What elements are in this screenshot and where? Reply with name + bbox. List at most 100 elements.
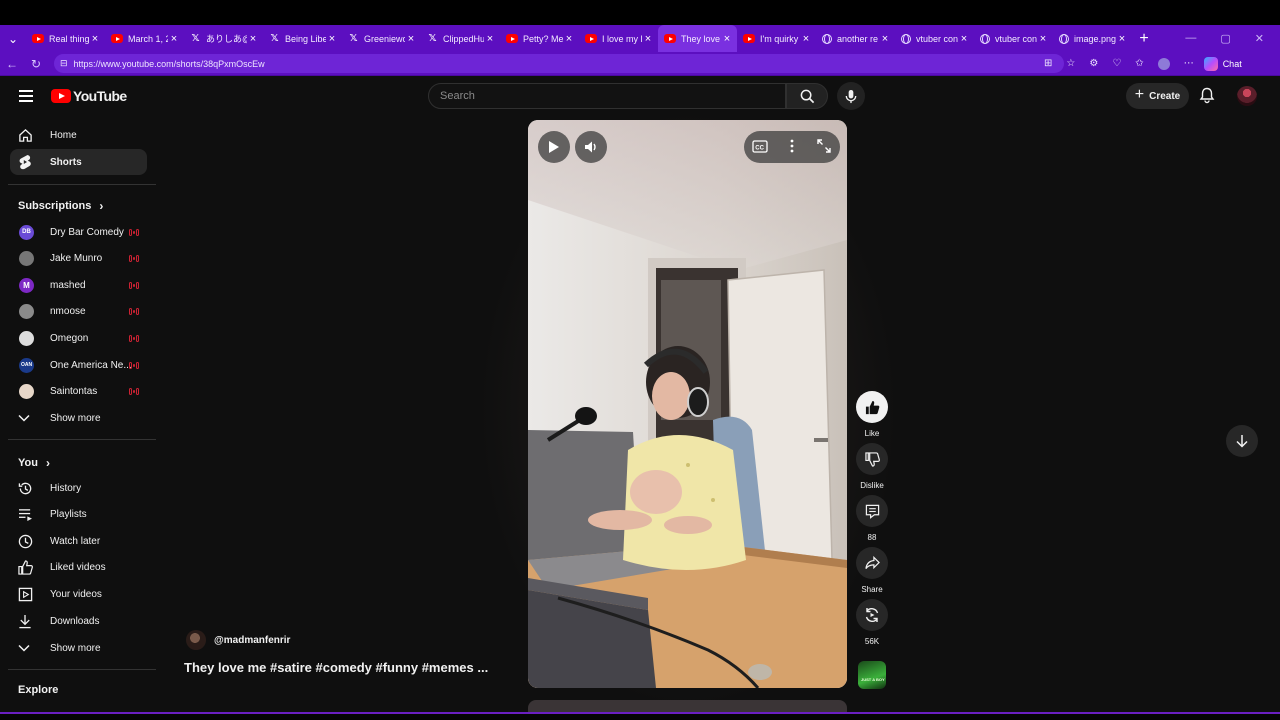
subscription-item[interactable]: DB Dry Bar Comedy [10,219,147,245]
short-title[interactable]: They love me #satire #comedy #funny #mem… [184,660,488,675]
tab-list-chevron-icon[interactable]: ⌄ [0,25,26,52]
new-tab-button[interactable]: + [1132,30,1156,48]
subscription-item[interactable]: nmoose [10,299,147,325]
dislike-button[interactable] [856,443,888,475]
comments-action[interactable]: 88 [855,495,889,542]
search-button[interactable] [786,83,828,109]
browser-tab[interactable]: They love n× [658,25,737,52]
browser-essentials-icon[interactable]: ♡ [1112,58,1121,69]
address-bar-icons: ⊞ ☆ ⚙ ♡ ✩ ⋯ [1044,57,1194,70]
captions-icon[interactable]: CC [752,140,768,158]
browser-tab[interactable]: vtuber con × [974,25,1053,52]
sidebar-item-playlists[interactable]: Playlists [10,502,147,528]
channel-avatar[interactable] [186,630,206,650]
minimize-icon[interactable]: — [1185,32,1196,45]
tab-close-icon[interactable]: × [642,33,654,45]
maximize-icon[interactable]: ▢ [1220,32,1230,45]
browser-tab[interactable]: March 1, 20× [105,25,184,52]
browser-tab[interactable]: Real things× [26,25,105,52]
url-field[interactable]: ⊟ https://www.youtube.com/shorts/38qPxmO… [54,54,1064,73]
youtube-logo[interactable]: YouTube [51,88,127,104]
tab-close-icon[interactable]: × [563,33,575,45]
extensions-icon[interactable]: ⚙ [1089,58,1098,69]
tab-close-icon[interactable]: × [1037,33,1049,45]
favorites-icon[interactable]: ✩ [1135,58,1143,69]
menu-icon[interactable] [19,90,33,102]
subscriptions-heading[interactable]: Subscriptions › [18,199,103,213]
browser-tab[interactable]: 𝕏 Greeniewol × [342,25,421,52]
tab-close-icon[interactable]: × [484,33,496,45]
tab-close-icon[interactable]: × [326,33,338,45]
tab-close-icon[interactable]: × [1116,33,1128,45]
next-short-button[interactable] [1226,425,1258,457]
browser-tab[interactable]: 𝕏 Being Liber × [263,25,342,52]
tab-close-icon[interactable]: × [405,33,417,45]
short-video-player[interactable] [528,120,847,688]
channel-handle[interactable]: @madmanfenrir [214,635,290,646]
browser-tab[interactable]: another re × [816,25,895,52]
search-input[interactable]: Search [428,83,786,109]
browser-tab[interactable]: image.png × [1053,25,1132,52]
volume-button[interactable] [575,131,607,163]
play-button[interactable] [538,131,570,163]
sidebar-item-history[interactable]: History [10,475,147,501]
profile-avatar-icon[interactable] [1157,57,1170,70]
like-button[interactable] [856,391,888,423]
youtube-icon [32,34,44,43]
x-icon: 𝕏 [428,33,437,44]
tab-close-icon[interactable]: × [800,33,812,45]
subscription-item[interactable]: Saintontas [10,379,147,405]
tab-close-icon[interactable]: × [958,33,970,45]
browser-tab[interactable]: Petty? Me?× [500,25,579,52]
browser-tab[interactable]: 𝕏 ClippedHub× [421,25,500,52]
refresh-icon[interactable]: ↻ [24,57,48,71]
browser-tab[interactable]: I love my lif× [579,25,658,52]
sidebar-item-watch-later[interactable]: Watch later [10,528,147,554]
voice-search-button[interactable] [837,82,865,110]
reader-mode-icon[interactable]: ⊞ [1044,58,1052,69]
sound-thumbnail[interactable]: JUST A BOY [858,661,886,689]
more-options-icon[interactable]: ⋯ [1184,58,1194,69]
next-short-preview[interactable] [528,700,847,712]
like-action[interactable]: Like [855,391,889,438]
show-more-subscriptions[interactable]: Show more [10,405,147,431]
copilot-chat-button[interactable]: Chat [1203,56,1242,71]
tab-close-icon[interactable]: × [247,33,259,45]
close-window-icon[interactable]: ✕ [1255,32,1264,45]
sidebar-item-liked-videos[interactable]: Liked videos [10,555,147,581]
sidebar-item-shorts[interactable]: Shorts [10,149,147,175]
site-info-icon[interactable]: ⊟ [60,58,68,69]
account-avatar[interactable] [1237,86,1257,106]
comments-button[interactable] [856,495,888,527]
subscription-item[interactable]: OAN One America Ne... [10,352,147,378]
sidebar-item-your-videos[interactable]: Your videos [10,581,147,607]
share-action[interactable]: Share [855,547,889,594]
subscription-item[interactable]: Jake Munro [10,246,147,272]
remix-button[interactable] [856,599,888,631]
favorite-star-icon[interactable]: ☆ [1066,58,1075,69]
tab-close-icon[interactable]: × [89,33,101,45]
browser-tab[interactable]: 𝕏 ありしあ@Re× [184,25,263,52]
tab-close-icon[interactable]: × [168,33,180,45]
dislike-action[interactable]: Dislike [855,443,889,490]
more-vertical-icon[interactable] [790,139,794,158]
subscription-item[interactable]: Mmashed [10,272,147,298]
subscription-label: One America Ne... [50,359,132,371]
notifications-bell-icon[interactable] [1199,87,1215,109]
fullscreen-icon[interactable] [817,139,831,158]
remix-action[interactable]: 56K [855,599,889,646]
tab-close-icon[interactable]: × [879,33,891,45]
sidebar-item-home[interactable]: Home [10,122,147,148]
sidebar-item-label: Playlists [50,509,87,521]
share-button[interactable] [856,547,888,579]
browser-tab[interactable]: I'm quirky × [737,25,816,52]
sidebar-item-downloads[interactable]: Downloads [10,608,147,634]
tab-close-icon[interactable]: × [721,33,733,45]
back-icon[interactable]: ← [0,57,24,71]
sidebar-item-label: Home [50,129,77,141]
show-more-you[interactable]: Show more [10,635,147,661]
browser-tab[interactable]: vtuber con × [895,25,974,52]
subscription-item[interactable]: Omegon [10,325,147,351]
you-heading[interactable]: You › [18,456,50,470]
create-button[interactable]: + Create [1126,83,1189,109]
